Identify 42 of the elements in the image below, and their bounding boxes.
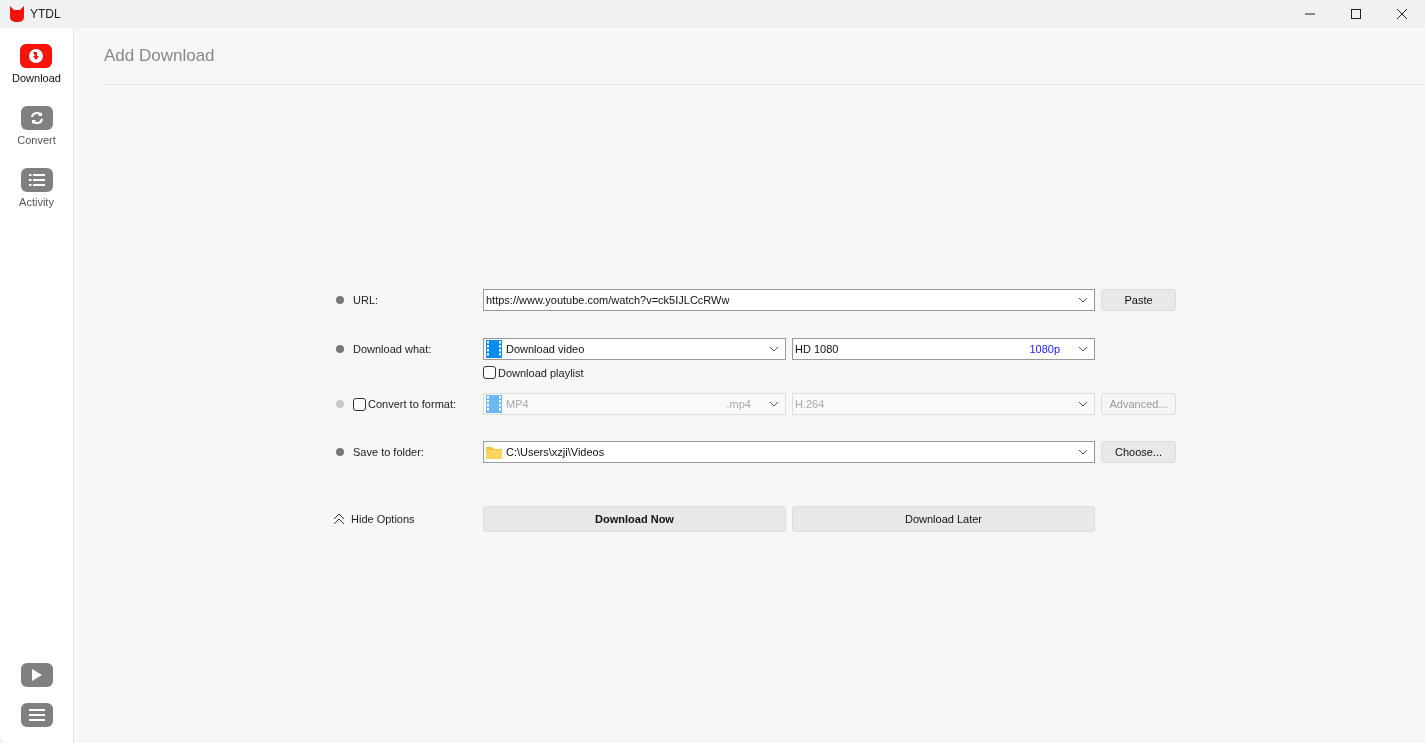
caret-icon: [1078, 346, 1088, 352]
checkbox-label: Download playlist: [498, 366, 584, 379]
checkbox-label: Convert to format:: [368, 398, 457, 410]
bullet-icon: [336, 448, 344, 456]
choose-button[interactable]: Choose...: [1101, 441, 1176, 463]
menu-icon: [28, 709, 45, 721]
list-icon: [28, 174, 45, 186]
sidebar-item[interactable]: Download: [12, 44, 61, 84]
film-icon: [486, 340, 502, 358]
quality-dropdown[interactable]: HD 1080 1080p: [792, 338, 1095, 360]
refresh-icon: [28, 110, 45, 126]
menu-button[interactable]: [20, 703, 53, 727]
download-now-button[interactable]: Download Now: [483, 506, 786, 532]
field-label: URL:: [353, 294, 379, 306]
caret-icon: [1078, 401, 1088, 407]
folder-field[interactable]: C:\Users\xzji\Videos: [483, 441, 1095, 463]
window-title: YTDL: [30, 7, 61, 21]
cat-logo-icon: [10, 6, 24, 22]
bullet-icon: [336, 296, 344, 304]
page-title: Add Download: [104, 46, 215, 66]
caret-icon: [1078, 449, 1088, 455]
play-button[interactable]: [20, 663, 53, 687]
caret-icon: [1078, 297, 1088, 303]
bullet-icon: [336, 400, 344, 408]
url-field[interactable]: https://www.youtube.com/watch?v=ck5IJLCcRWw: [483, 289, 1095, 311]
field-label: Save to folder:: [353, 446, 424, 458]
bullet-icon: [336, 345, 344, 353]
film-icon: [486, 395, 502, 413]
caret-icon: [769, 401, 779, 407]
field-label: Download what:: [353, 343, 432, 355]
download-type-dropdown[interactable]: Download video: [483, 338, 786, 360]
checkbox[interactable]: [353, 397, 366, 411]
hide-options-toggle[interactable]: Hide Options: [333, 513, 415, 525]
paste-button[interactable]: Paste: [1101, 289, 1176, 311]
download-later-button[interactable]: Download Later: [792, 506, 1095, 532]
maximize-icon: [1351, 9, 1361, 19]
checkbox[interactable]: [483, 366, 496, 379]
folder-icon: [486, 445, 502, 459]
double-chevron-up-icon: [333, 513, 345, 525]
close-icon: [1397, 9, 1407, 19]
caret-icon: [769, 346, 779, 352]
play-icon: [31, 669, 42, 681]
